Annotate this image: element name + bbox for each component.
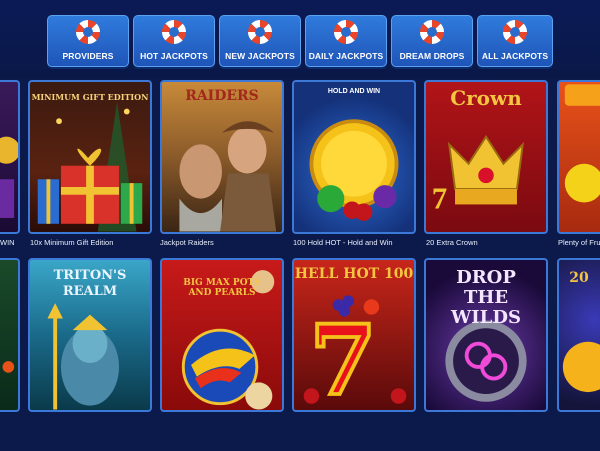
game-tile-partial-left[interactable] [0, 80, 20, 234]
game-artwork [564, 84, 600, 203]
game-logo: BIG MAX POTS AND PEARLS [183, 278, 261, 298]
tab-label: HOT JACKPOTS [140, 51, 208, 61]
game-tile-20-partial[interactable]: 20 [557, 258, 600, 412]
lifebuoy-icon [503, 20, 527, 44]
svg-text:7: 7 [309, 303, 376, 410]
game-logo: TRITON'S REALM [53, 268, 127, 299]
tab-label: DAILY JACKPOTS [308, 51, 384, 61]
game-caption: 100 Hold HOT - Hold and Win [293, 238, 393, 247]
game-artwork [179, 121, 277, 232]
game-logo: RAIDERS [185, 88, 259, 104]
game-logo: HELL HOT 100 [294, 266, 414, 282]
game-tile-partial-left-2[interactable] [0, 258, 20, 412]
game-logo: 20 [569, 270, 589, 286]
tab-dream-drops[interactable]: DREAM DROPS [391, 15, 473, 67]
game-tile-20-extra-crown[interactable]: 7 Crown [424, 80, 548, 234]
game-tile-plenty-of-fruit[interactable] [557, 80, 600, 234]
game-tile-minimum-gift[interactable]: MINIMUM GIFT EDITION [28, 80, 152, 234]
game-caption: 20 Extra Crown [426, 238, 478, 247]
tab-hot-jackpots[interactable]: HOT JACKPOTS [133, 15, 215, 67]
tab-label: DREAM DROPS [399, 51, 465, 61]
tab-daily-jackpots[interactable]: DAILY JACKPOTS [305, 15, 387, 67]
game-artwork: 7 [303, 295, 407, 410]
game-logo: MINIMUM GIFT EDITION [31, 92, 149, 102]
game-tile-100-hold-hot[interactable]: HOLD AND WIN [292, 80, 416, 234]
lifebuoy-icon [334, 20, 358, 44]
game-logo: Crown [450, 86, 522, 110]
game-artwork [0, 136, 18, 218]
game-tile-big-max-pots-and-pearls[interactable]: BIG MAX POTS AND PEARLS [160, 258, 284, 412]
game-grid: WIN MINIMUM GIFT EDITION 10x Minimum Gif… [0, 78, 600, 451]
lifebuoy-icon [420, 20, 444, 44]
game-caption: Plenty of Fru [558, 238, 600, 247]
game-tile-drop-the-wilds[interactable]: DROP THE WILDS [424, 258, 548, 412]
game-caption: Jackpot Raiders [160, 238, 214, 247]
tab-new-jackpots[interactable]: NEW JACKPOTS [219, 15, 301, 67]
jackpot-category-bar: PROVIDERS HOT JACKPOTS NEW JACKPOTS DAIL… [0, 0, 600, 78]
tab-providers[interactable]: PROVIDERS [47, 15, 129, 67]
lifebuoy-icon [162, 20, 186, 44]
tab-all-jackpots[interactable]: ALL JACKPOTS [477, 15, 553, 67]
game-tile-tritons-realm[interactable]: TRITON'S REALM [28, 258, 152, 412]
game-artwork [37, 101, 143, 232]
tab-label: PROVIDERS [62, 51, 114, 61]
tab-label: ALL JACKPOTS [481, 51, 549, 61]
lifebuoy-icon [248, 20, 272, 44]
game-tile-jackpot-raiders[interactable]: RAIDERS [160, 80, 284, 234]
game-logo: HOLD AND WIN [327, 88, 381, 95]
game-artwork [309, 119, 399, 221]
game-artwork [2, 361, 15, 373]
game-caption: 10x Minimum Gift Edition [30, 238, 114, 247]
game-tile-hell-hot-100[interactable]: 7 HELL HOT 100 [292, 258, 416, 412]
game-caption: WIN [0, 238, 15, 247]
category-tabs: PROVIDERS HOT JACKPOTS NEW JACKPOTS DAIL… [47, 15, 553, 67]
tab-label: NEW JACKPOTS [225, 51, 295, 61]
game-logo: DROP THE WILDS [451, 267, 521, 328]
svg-text:7: 7 [432, 180, 447, 215]
lifebuoy-icon [76, 20, 100, 44]
